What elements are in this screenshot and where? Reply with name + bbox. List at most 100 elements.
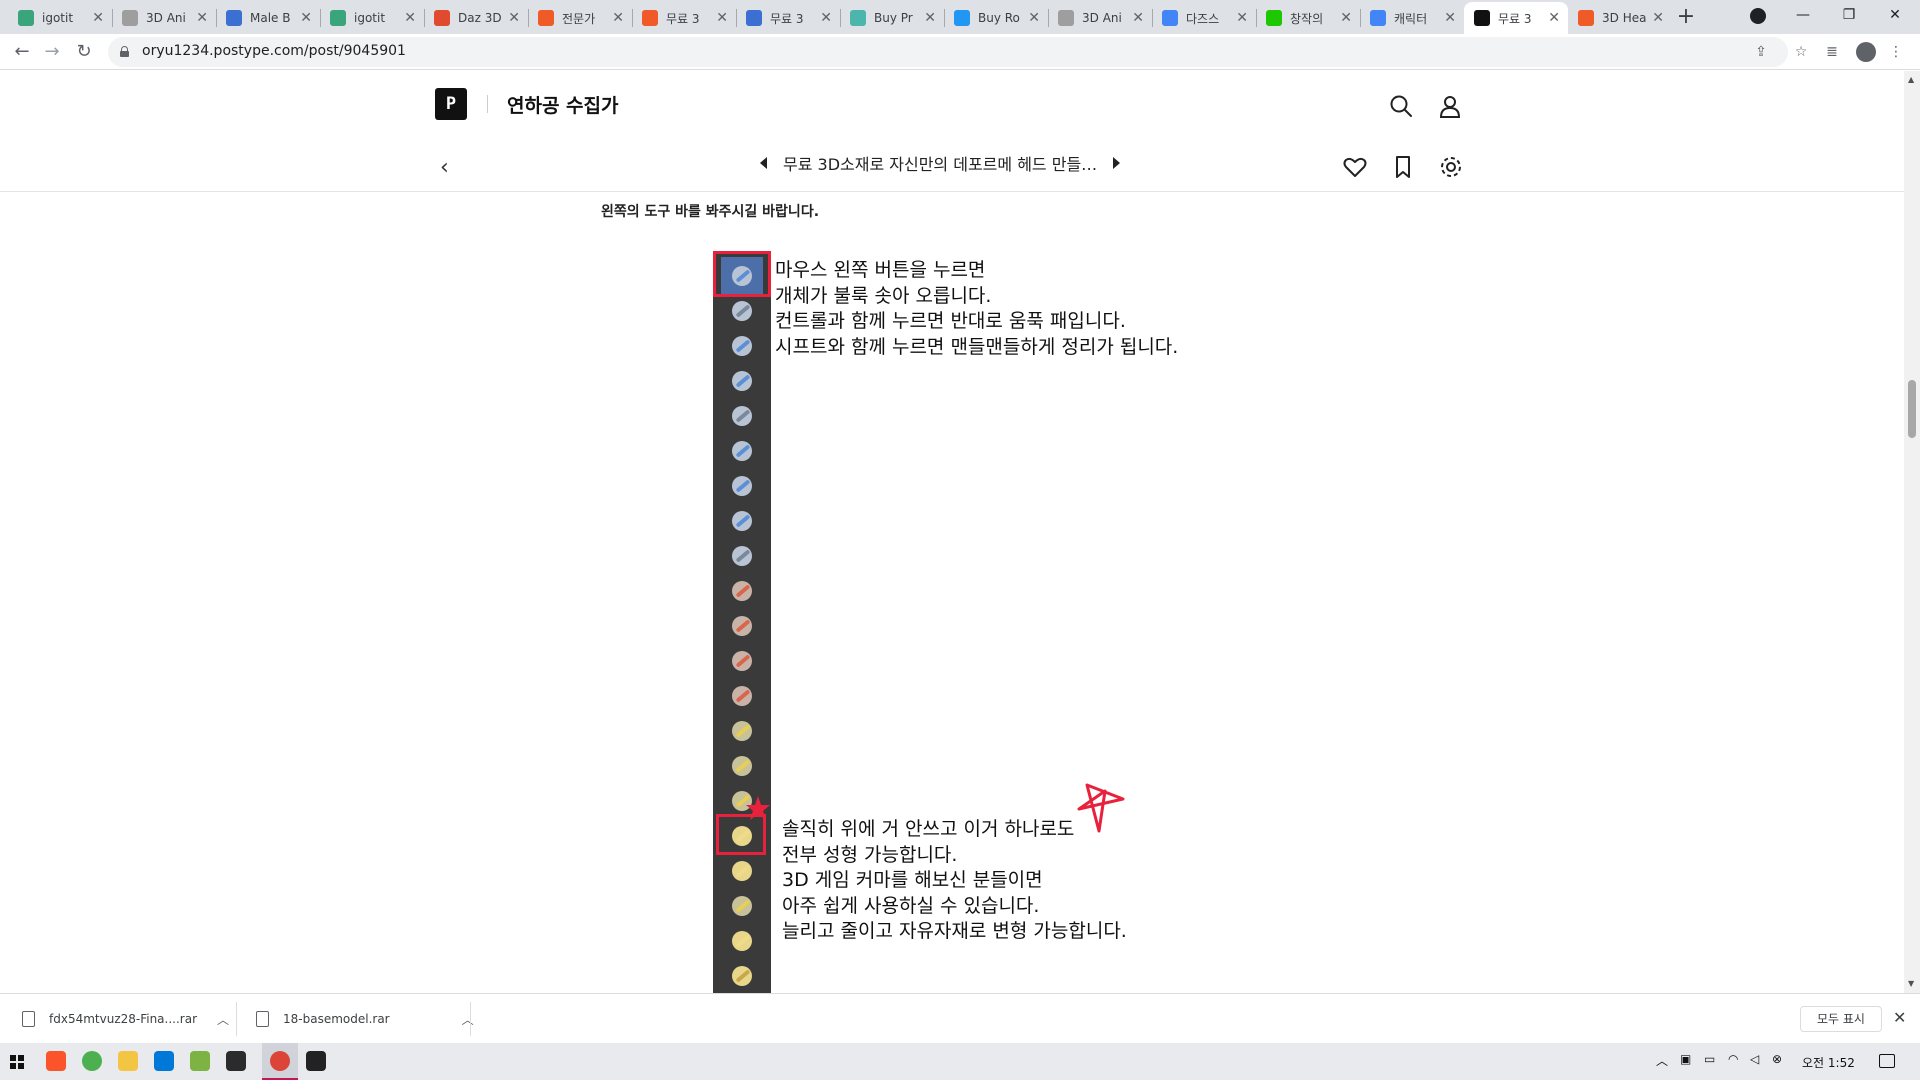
tab-close-icon[interactable]: ✕ <box>196 10 208 26</box>
back-arrow-icon[interactable]: ← <box>10 40 34 64</box>
next-post-icon[interactable] <box>1113 157 1121 169</box>
tab-close-icon[interactable]: ✕ <box>508 10 520 26</box>
wifi-icon[interactable]: ◠ <box>1728 1052 1738 1066</box>
tray-chevron-icon[interactable]: ︿ <box>1656 1052 1668 1069</box>
ime-icon[interactable]: ⊗ <box>1772 1052 1782 1066</box>
tab-label[interactable]: 창작의 <box>1290 10 1336 27</box>
meet-icon[interactable]: ▣ <box>1680 1052 1691 1066</box>
user-icon[interactable] <box>1437 93 1463 119</box>
tab-close-icon[interactable]: ✕ <box>1444 10 1456 26</box>
tab-label[interactable]: 전문가 <box>562 10 608 27</box>
tab-search-icon[interactable] <box>1750 8 1766 24</box>
close-window-button[interactable]: ✕ <box>1872 0 1918 32</box>
tab-label[interactable]: Buy Pr <box>874 11 920 25</box>
tab-close-icon[interactable]: ✕ <box>716 10 728 26</box>
tab-close-icon[interactable]: ✕ <box>1236 10 1248 26</box>
browser-tab[interactable]: 다즈스 ✕ <box>1152 2 1256 34</box>
close-icon[interactable]: ✕ <box>1893 1008 1906 1027</box>
tab-label[interactable]: 3D Ani <box>1082 11 1128 25</box>
tab-label[interactable]: 무료 3 <box>1498 10 1544 27</box>
reading-list-icon[interactable]: ≣ <box>1822 42 1842 62</box>
tab-label[interactable]: Male B <box>250 11 296 25</box>
browser-tab[interactable]: Buy Ro ✕ <box>944 2 1048 34</box>
vscode-app-icon[interactable] <box>154 1051 174 1071</box>
page-scrollbar[interactable]: ▲ ▼ <box>1904 71 1920 993</box>
chevron-up-icon[interactable]: ︿ <box>462 1011 474 1028</box>
address-bar[interactable]: oryu1234.postype.com/post/9045901 ⇪ ☆ <box>108 37 1807 67</box>
tab-close-icon[interactable]: ✕ <box>1028 10 1040 26</box>
chevron-left-icon[interactable]: ‹ <box>440 155 449 180</box>
bookmark-icon[interactable] <box>1390 154 1416 180</box>
tab-close-icon[interactable]: ✕ <box>1132 10 1144 26</box>
share-icon[interactable]: ⇪ <box>1752 43 1770 61</box>
battery-icon[interactable]: ▭ <box>1704 1052 1715 1066</box>
tab-label[interactable]: 3D Hea <box>1602 11 1648 25</box>
notification-icon[interactable] <box>1879 1054 1895 1068</box>
browser-tab[interactable]: 무료 3 ✕ <box>1464 2 1568 34</box>
download-filename[interactable]: fdx54mtvuz28-Fina....rar <box>49 1012 197 1026</box>
tab-close-icon[interactable]: ✕ <box>1652 10 1664 26</box>
chrome-menu-icon[interactable]: ⋮ <box>1886 42 1906 62</box>
gear-icon[interactable] <box>1438 154 1464 180</box>
chevron-up-icon[interactable]: ︿ <box>217 1011 229 1028</box>
show-all-downloads-button[interactable]: 모두 표시 <box>1800 1006 1882 1032</box>
brave-app-icon[interactable] <box>46 1051 66 1071</box>
tab-label[interactable]: igotit <box>354 11 400 25</box>
url-text[interactable]: oryu1234.postype.com/post/9045901 <box>142 43 406 59</box>
taskbar-clock[interactable]: 오전 1:52 <box>1802 1054 1855 1071</box>
browser-tab[interactable]: Buy Pr ✕ <box>840 2 944 34</box>
restore-button[interactable]: ❐ <box>1826 0 1872 32</box>
tab-label[interactable]: igotit <box>42 11 88 25</box>
tab-label[interactable]: Buy Ro <box>978 11 1024 25</box>
download-item[interactable]: 18-basemodel.rar ︿ <box>256 994 474 1044</box>
browser-tab[interactable]: 무료 3 ✕ <box>736 2 840 34</box>
tab-label[interactable]: 3D Ani <box>146 11 192 25</box>
heart-icon[interactable] <box>1342 154 1368 180</box>
browser-tab[interactable]: 3D Ani ✕ <box>112 2 216 34</box>
tab-label[interactable]: Daz 3D <box>458 11 504 25</box>
forward-arrow-icon[interactable]: → <box>40 40 64 64</box>
browser-tab[interactable]: 무료 3 ✕ <box>632 2 736 34</box>
browser-tab[interactable]: 3D Ani ✕ <box>1048 2 1152 34</box>
lock-icon[interactable] <box>120 46 129 57</box>
postype-logo[interactable]: P <box>435 88 467 120</box>
download-filename[interactable]: 18-basemodel.rar <box>283 1012 390 1026</box>
tab-close-icon[interactable]: ✕ <box>612 10 624 26</box>
scroll-down-icon[interactable]: ▼ <box>1908 979 1914 988</box>
tab-close-icon[interactable]: ✕ <box>92 10 104 26</box>
scroll-thumb[interactable] <box>1908 380 1916 438</box>
post-title[interactable]: 무료 3D소재로 자신만의 데포르메 헤드 만들… <box>783 151 1097 175</box>
browser-tab[interactable]: 3D Hea ✕ <box>1568 2 1672 34</box>
tab-close-icon[interactable]: ✕ <box>300 10 312 26</box>
browser-tab[interactable]: 캐릭터 ✕ <box>1360 2 1464 34</box>
tab-close-icon[interactable]: ✕ <box>820 10 832 26</box>
notepad-app-icon[interactable] <box>190 1051 210 1071</box>
new-tab-button[interactable]: + <box>1672 4 1700 32</box>
download-item[interactable]: fdx54mtvuz28-Fina....rar ︿ <box>22 994 229 1044</box>
bookmark-star-icon[interactable]: ☆ <box>1792 43 1810 61</box>
tab-label[interactable]: 무료 3 <box>666 10 712 27</box>
browser-tab[interactable]: 창작의 ✕ <box>1256 2 1360 34</box>
windows-start-icon[interactable] <box>10 1055 24 1069</box>
browser-tab[interactable]: Daz 3D ✕ <box>424 2 528 34</box>
browser-tab[interactable]: Male B ✕ <box>216 2 320 34</box>
tab-label[interactable]: 캐릭터 <box>1394 10 1440 27</box>
tab-close-icon[interactable]: ✕ <box>1548 10 1560 26</box>
app-black-app-icon[interactable] <box>306 1051 326 1071</box>
chrome-app-icon[interactable] <box>82 1051 102 1071</box>
tab-label[interactable]: 무료 3 <box>770 10 816 27</box>
scroll-up-icon[interactable]: ▲ <box>1908 75 1914 84</box>
tab-close-icon[interactable]: ✕ <box>924 10 936 26</box>
chrome-active-app-icon[interactable] <box>270 1051 290 1071</box>
tab-close-icon[interactable]: ✕ <box>1340 10 1352 26</box>
browser-tab[interactable]: 전문가 ✕ <box>528 2 632 34</box>
tab-close-icon[interactable]: ✕ <box>404 10 416 26</box>
prev-post-icon[interactable] <box>760 157 767 169</box>
profile-avatar-icon[interactable] <box>1856 42 1876 62</box>
file-explorer-app-icon[interactable] <box>118 1051 138 1071</box>
browser-tab[interactable]: igotit ✕ <box>8 2 112 34</box>
terminal-app-icon[interactable] <box>226 1051 246 1071</box>
minimize-button[interactable]: — <box>1780 0 1826 32</box>
reload-icon[interactable]: ↻ <box>72 40 96 64</box>
site-title[interactable]: 연하공 수집가 <box>507 91 619 118</box>
